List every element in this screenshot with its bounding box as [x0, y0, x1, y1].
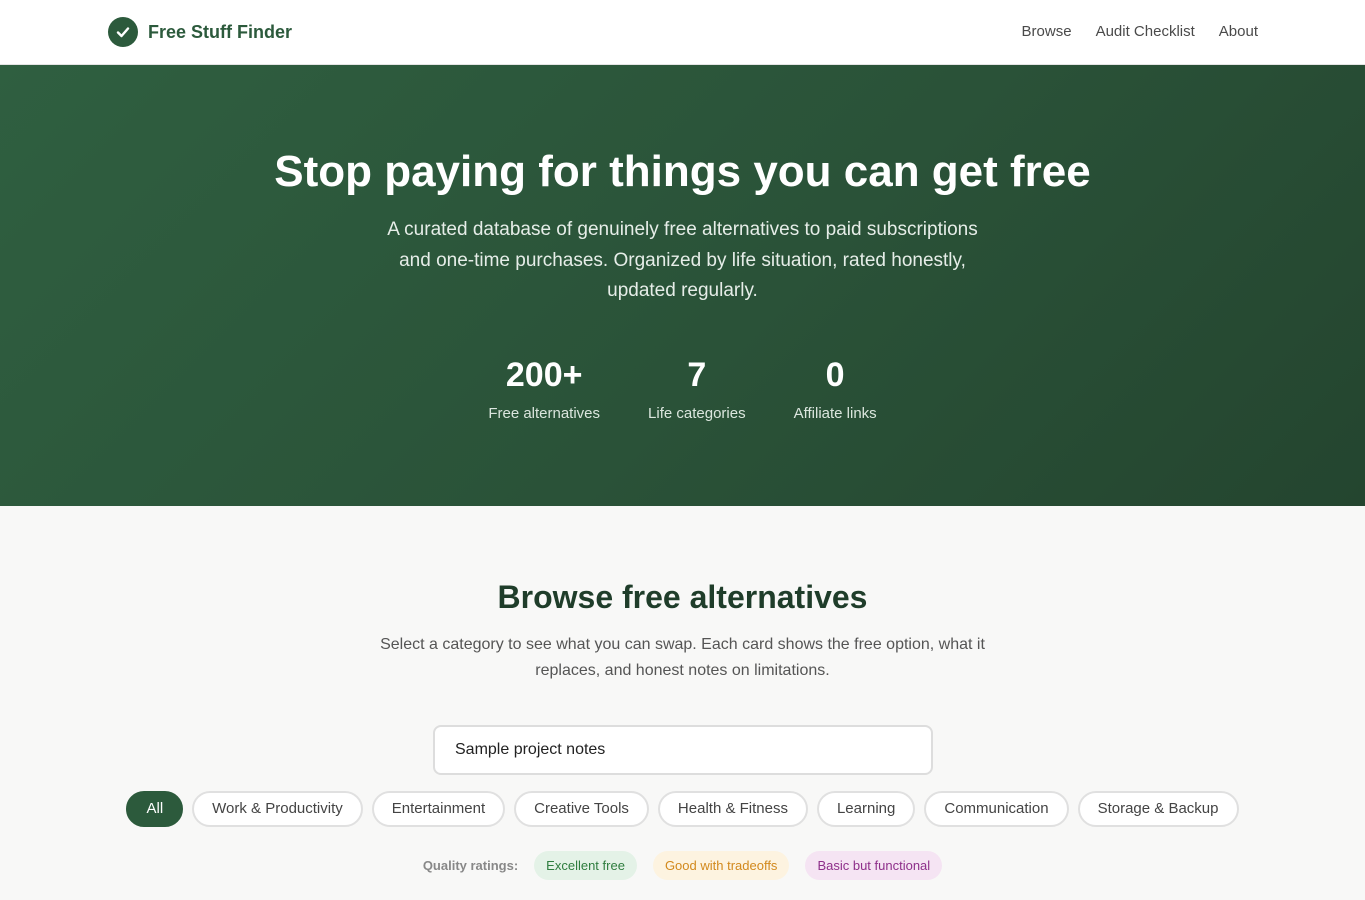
brand-name: Free Stuff Finder: [148, 21, 293, 42]
main-nav: Browse Audit Checklist About: [1022, 22, 1258, 42]
browse-section: Browse free alternatives Select a catego…: [0, 506, 1365, 900]
stat-label: Free alternatives: [488, 405, 601, 422]
search-input[interactable]: [433, 725, 933, 775]
stat-label: Life categories: [648, 405, 746, 422]
stat-label: Affiliate links: [793, 405, 877, 422]
category-chip-communication[interactable]: Communication: [924, 791, 1069, 827]
browse-subtitle: Select a category to see what you can sw…: [380, 636, 985, 679]
stat-value: 0: [825, 356, 845, 394]
nav-browse-link[interactable]: Browse: [1022, 22, 1072, 42]
category-chip-entertainment[interactable]: Entertainment: [371, 791, 506, 827]
browse-title: Browse free alternatives: [497, 579, 868, 615]
hero-lede: A curated database of genuinely free alt…: [387, 219, 978, 301]
category-chip-health-fitness[interactable]: Health & Fitness: [657, 791, 808, 827]
rating-badge-excellent: Excellent free: [534, 851, 637, 880]
stat-value: 200+: [505, 356, 583, 394]
brand-link[interactable]: Free Stuff Finder: [108, 17, 292, 47]
hero-title: Stop paying for things you can get free: [274, 147, 1091, 196]
stat-life-categories: 7 Life categories: [648, 355, 746, 423]
rating-badge-basic: Basic but functional: [805, 851, 943, 880]
category-chip-all[interactable]: All: [126, 791, 184, 827]
ratings-label: Quality ratings:: [422, 858, 519, 873]
checkmark-circle-icon: [108, 17, 138, 47]
nav-audit-checklist-link[interactable]: Audit Checklist: [1096, 22, 1195, 42]
category-chip-creative-tools[interactable]: Creative Tools: [514, 791, 649, 827]
hero-stats: 200+ Free alternatives 7 Life categories…: [0, 355, 1365, 423]
rating-badge-good: Good with tradeoffs: [652, 851, 790, 880]
quality-ratings-legend: Quality ratings: Excellent free Good wit…: [0, 851, 1365, 880]
site-header: Free Stuff Finder Browse Audit Checklist…: [0, 0, 1365, 65]
category-chip-work-productivity[interactable]: Work & Productivity: [192, 791, 363, 827]
category-filter: All Work & Productivity Entertainment Cr…: [0, 791, 1365, 827]
nav-about-link[interactable]: About: [1219, 22, 1258, 42]
category-chip-storage-backup[interactable]: Storage & Backup: [1077, 791, 1239, 827]
hero-section: Stop paying for things you can get free …: [0, 65, 1365, 506]
stat-affiliate-links: 0 Affiliate links: [794, 355, 877, 423]
stat-value: 7: [687, 356, 707, 394]
category-chip-learning[interactable]: Learning: [816, 791, 916, 827]
stat-free-alternatives: 200+ Free alternatives: [488, 355, 600, 423]
